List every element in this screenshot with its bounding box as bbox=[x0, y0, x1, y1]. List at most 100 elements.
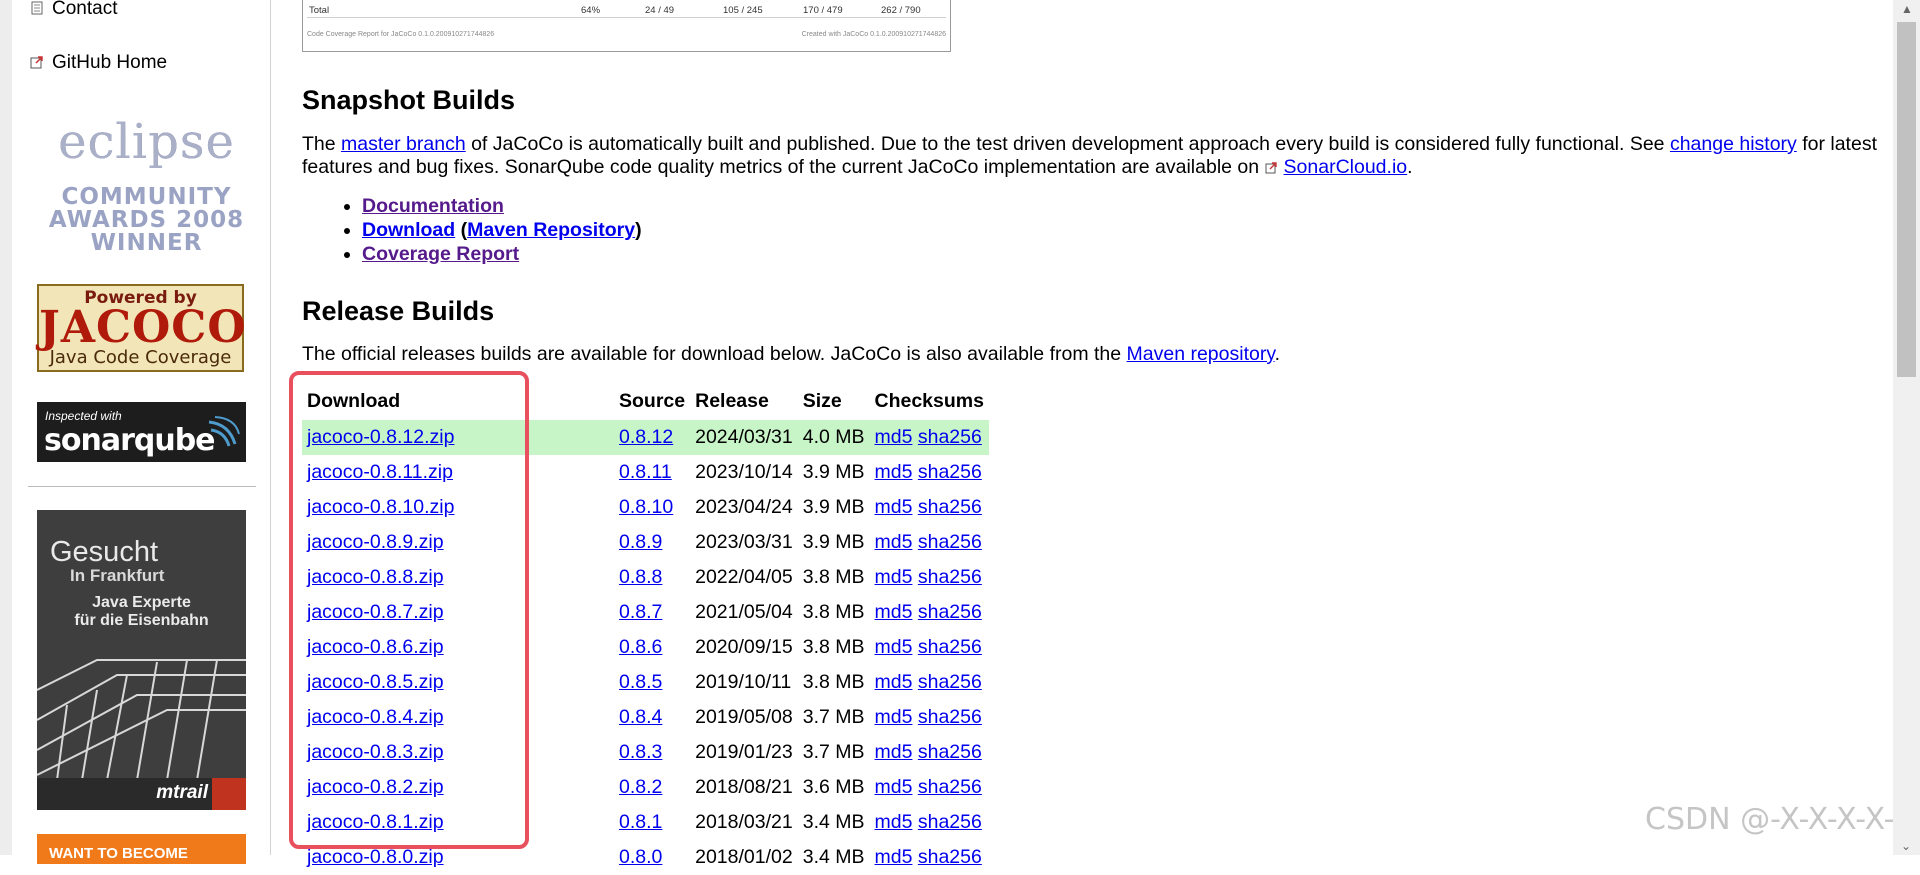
zip-download-link[interactable]: jacoco-0.8.8.zip bbox=[307, 566, 444, 588]
zip-download-link[interactable]: jacoco-0.8.1.zip bbox=[307, 811, 444, 833]
sha256-link[interactable]: sha256 bbox=[918, 566, 982, 588]
sha256-link[interactable]: sha256 bbox=[918, 426, 982, 448]
md5-link[interactable]: md5 bbox=[875, 741, 913, 763]
sha256-link[interactable]: sha256 bbox=[918, 531, 982, 553]
badge-jacoco-text: JACOCO bbox=[39, 302, 247, 353]
table-row: jacoco-0.8.12.zip 0.8.12 2024/03/31 4.0 MB m… bbox=[302, 420, 989, 455]
md5-link[interactable]: md5 bbox=[875, 461, 913, 483]
release-date-cell: 2023/03/31 bbox=[695, 531, 793, 553]
md5-link[interactable]: md5 bbox=[875, 706, 913, 728]
source-link[interactable]: 0.8.8 bbox=[619, 566, 662, 588]
coverage-report-preview[interactable]: Total 64% 24 / 49 105 / 245 170 / 479 26… bbox=[302, 0, 951, 52]
zip-download-link[interactable]: jacoco-0.8.2.zip bbox=[307, 776, 444, 798]
zip-download-link[interactable]: jacoco-0.8.11.zip bbox=[307, 461, 453, 483]
md5-link[interactable]: md5 bbox=[875, 601, 913, 623]
zip-download-link[interactable]: jacoco-0.8.0.zip bbox=[307, 846, 444, 868]
md5-link[interactable]: md5 bbox=[875, 531, 913, 553]
release-date-cell: 2019/10/11 bbox=[695, 671, 792, 693]
source-link[interactable]: 0.8.6 bbox=[619, 636, 662, 658]
master-branch-link[interactable]: master branch bbox=[341, 133, 466, 155]
text-run: of JaCoCo is automatically built and pub… bbox=[465, 133, 1670, 155]
zip-download-link[interactable]: jacoco-0.8.9.zip bbox=[307, 531, 444, 553]
source-cell: 0.8.0 bbox=[614, 840, 690, 875]
source-link[interactable]: 0.8.10 bbox=[619, 496, 673, 518]
column-header-download: Download bbox=[307, 390, 401, 412]
coverage-report-link[interactable]: Coverage Report bbox=[362, 243, 519, 265]
size-cell: 3.7 MB bbox=[802, 706, 865, 728]
sonarqube-badge[interactable]: Inspected with sonarqube bbox=[37, 402, 246, 462]
award-line: COMMUNITY bbox=[61, 184, 232, 210]
source-link[interactable]: 0.8.1 bbox=[619, 811, 662, 833]
change-history-link[interactable]: change history bbox=[1670, 133, 1797, 155]
scroll-up-icon[interactable]: ▲ bbox=[1901, 2, 1913, 16]
sha256-link[interactable]: sha256 bbox=[918, 671, 982, 693]
source-link[interactable]: 0.8.12 bbox=[619, 426, 673, 448]
mtrail-job-ad[interactable]: Gesucht In Frankfurt Java Experte für di… bbox=[37, 510, 246, 810]
eclipse-award-badge[interactable]: eclipse COMMUNITY AWARDS 2008 WINNER bbox=[34, 106, 259, 261]
zip-download-link[interactable]: jacoco-0.8.3.zip bbox=[307, 741, 444, 763]
sha256-link[interactable]: sha256 bbox=[918, 741, 982, 763]
zip-download-link[interactable]: jacoco-0.8.7.zip bbox=[307, 601, 444, 623]
size-cell: 3.8 MB bbox=[802, 671, 865, 693]
coverage-footer-left: Code Coverage Report for JaCoCo 0.1.0.20… bbox=[307, 31, 495, 38]
sha256-link[interactable]: sha256 bbox=[918, 601, 982, 623]
scrollbar-thumb[interactable] bbox=[1897, 22, 1916, 377]
coverage-total-label: Total bbox=[309, 5, 330, 16]
md5-link[interactable]: md5 bbox=[875, 776, 913, 798]
md5-link[interactable]: md5 bbox=[875, 426, 913, 448]
document-icon bbox=[30, 0, 44, 15]
powered-by-jacoco-badge[interactable]: Powered by JACOCO Java Code Coverage bbox=[37, 284, 247, 372]
maven-repository-link[interactable]: Maven Repository bbox=[467, 219, 635, 241]
zip-download-link[interactable]: jacoco-0.8.4.zip bbox=[307, 706, 444, 728]
sha256-link[interactable]: sha256 bbox=[918, 706, 982, 728]
zip-download-link[interactable]: jacoco-0.8.5.zip bbox=[307, 671, 444, 693]
ad-body-line: Java Experte bbox=[92, 594, 191, 611]
documentation-link[interactable]: Documentation bbox=[362, 195, 504, 217]
size-cell: 3.9 MB bbox=[802, 461, 865, 483]
source-link[interactable]: 0.8.0 bbox=[619, 846, 662, 868]
award-line: WINNER bbox=[90, 230, 203, 256]
scroll-down-icon[interactable]: ⌄ bbox=[1901, 839, 1911, 853]
source-link[interactable]: 0.8.4 bbox=[619, 706, 662, 728]
source-link[interactable]: 0.8.9 bbox=[619, 531, 662, 553]
orange-ad-banner[interactable]: WANT TO BECOME bbox=[37, 834, 246, 864]
release-date-cell: 2018/01/02 bbox=[695, 846, 793, 868]
download-link[interactable]: Download bbox=[362, 219, 455, 241]
zip-download-link[interactable]: jacoco-0.8.6.zip bbox=[307, 636, 444, 658]
md5-link[interactable]: md5 bbox=[875, 811, 913, 833]
release-date-cell: 2018/03/21 bbox=[695, 811, 793, 833]
list-item: Download (Maven Repository) bbox=[362, 218, 642, 242]
sidebar-item-contact[interactable]: Contact bbox=[30, 0, 117, 20]
release-date-cell: 2019/01/23 bbox=[695, 741, 793, 763]
size-cell: 3.8 MB bbox=[802, 636, 865, 658]
source-link[interactable]: 0.8.2 bbox=[619, 776, 662, 798]
table-row: jacoco-0.8.5.zip 0.8.5 2019/10/11 3.8 MB md5… bbox=[302, 665, 989, 700]
source-link[interactable]: 0.8.7 bbox=[619, 601, 662, 623]
md5-link[interactable]: md5 bbox=[875, 566, 913, 588]
vertical-scrollbar[interactable]: ▲ ⌄ bbox=[1893, 0, 1920, 855]
md5-link[interactable]: md5 bbox=[875, 496, 913, 518]
coverage-total-row: Total 64% 24 / 49 105 / 245 170 / 479 26… bbox=[307, 5, 946, 18]
sha256-link[interactable]: sha256 bbox=[918, 846, 982, 868]
table-row: jacoco-0.8.11.zip 0.8.11 2023/10/14 3.9 MB m… bbox=[302, 455, 989, 490]
award-line: AWARDS 2008 bbox=[48, 207, 245, 233]
download-cell: jacoco-0.8.9.zip bbox=[302, 525, 614, 560]
source-cell: 0.8.10 bbox=[614, 490, 690, 525]
maven-repository-link[interactable]: Maven repository bbox=[1127, 343, 1275, 365]
sidebar-item-github[interactable]: GitHub Home bbox=[30, 52, 167, 74]
source-cell: 0.8.2 bbox=[614, 770, 690, 805]
source-link[interactable]: 0.8.3 bbox=[619, 741, 662, 763]
sonarcloud-link[interactable]: SonarCloud.io bbox=[1284, 156, 1408, 178]
zip-download-link[interactable]: jacoco-0.8.12.zip bbox=[307, 426, 454, 448]
md5-link[interactable]: md5 bbox=[875, 846, 913, 868]
zip-download-link[interactable]: jacoco-0.8.10.zip bbox=[307, 496, 454, 518]
source-link[interactable]: 0.8.11 bbox=[619, 461, 672, 483]
sha256-link[interactable]: sha256 bbox=[918, 461, 982, 483]
md5-link[interactable]: md5 bbox=[875, 636, 913, 658]
source-link[interactable]: 0.8.5 bbox=[619, 671, 662, 693]
sha256-link[interactable]: sha256 bbox=[918, 636, 982, 658]
sha256-link[interactable]: sha256 bbox=[918, 776, 982, 798]
md5-link[interactable]: md5 bbox=[875, 671, 913, 693]
sha256-link[interactable]: sha256 bbox=[918, 496, 982, 518]
sha256-link[interactable]: sha256 bbox=[918, 811, 982, 833]
